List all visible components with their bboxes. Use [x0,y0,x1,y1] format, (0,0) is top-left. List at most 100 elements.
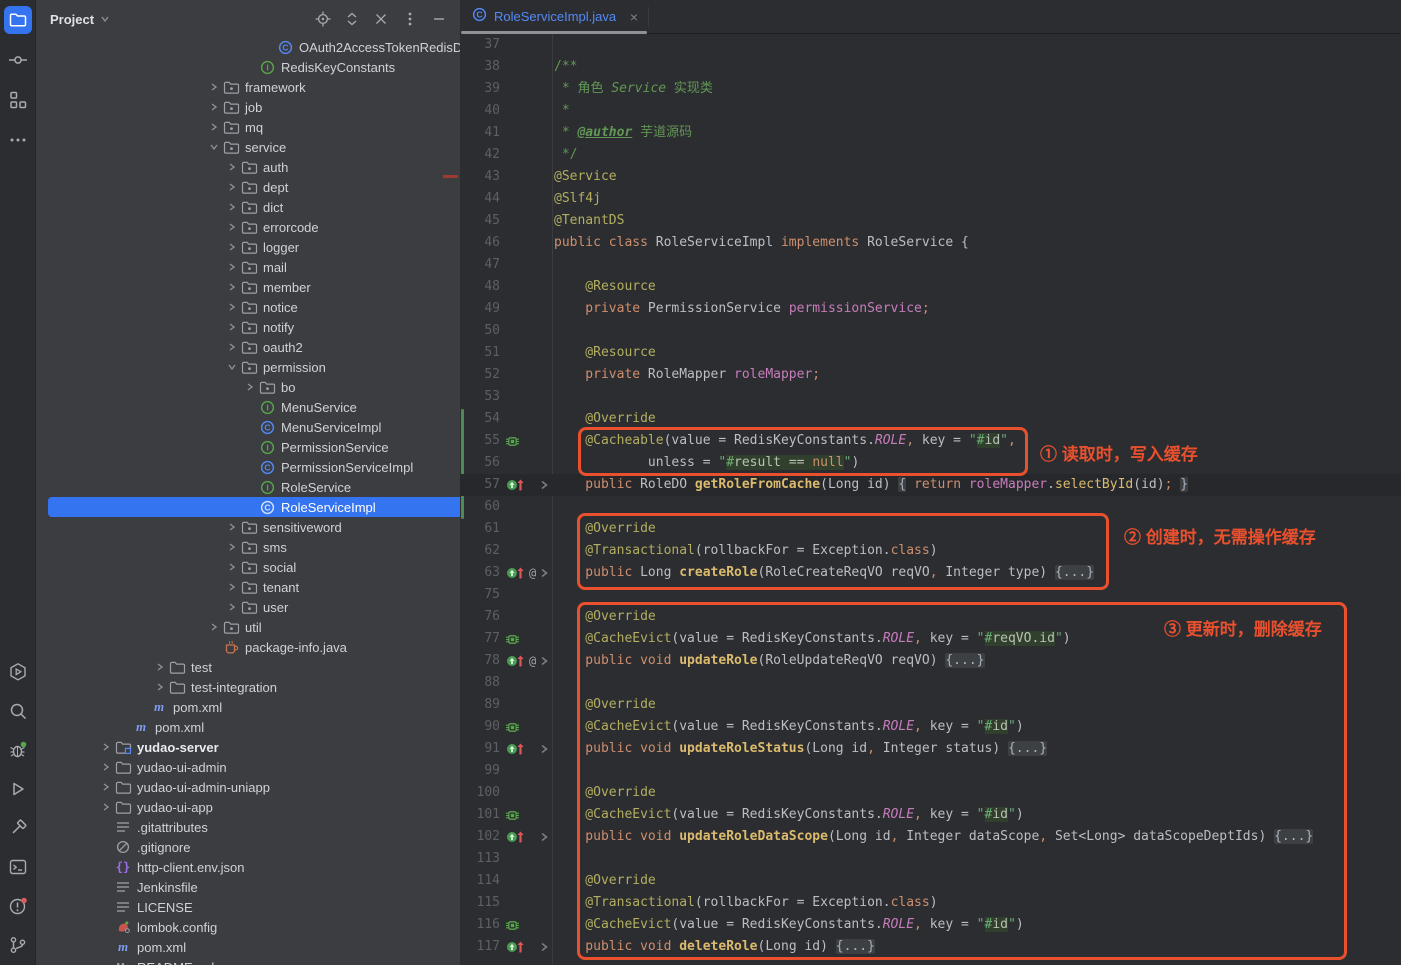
chevron-right-icon[interactable] [224,179,240,195]
fold-chevron-icon[interactable] [539,650,549,672]
line-number[interactable]: 113 [460,848,500,870]
chevron-right-icon[interactable] [224,199,240,215]
chevron-down-icon[interactable] [224,359,240,375]
tree-item-social[interactable]: social [36,557,460,577]
code-line[interactable]: 45@TenantDS [460,210,1401,232]
line-number[interactable]: 55 [460,430,500,452]
line-number[interactable]: 100 [460,782,500,804]
tree-item-sensitiveword[interactable]: sensitiveword [36,517,460,537]
code-line[interactable]: 38/** [460,56,1401,78]
tree-item-job[interactable]: job [36,97,460,117]
code-line[interactable]: 88 [460,672,1401,694]
code-line[interactable]: 50 [460,320,1401,342]
tree-item-menuserviceimpl[interactable]: CMenuServiceImpl [36,417,460,437]
code-line[interactable]: 46public class RoleServiceImpl implement… [460,232,1401,254]
code-line[interactable]: 49 private PermissionService permissionS… [460,298,1401,320]
tree-item-test-integration[interactable]: test-integration [36,677,460,697]
line-number[interactable]: 76 [460,606,500,628]
line-number[interactable]: 116 [460,914,500,936]
overrides-gutter-icon[interactable] [506,830,527,844]
line-number[interactable]: 47 [460,254,500,276]
line-number[interactable]: 63 [460,562,500,584]
tree-item-roleservice[interactable]: IRoleService [36,477,460,497]
code-line[interactable]: 40 * [460,100,1401,122]
tree-item-permissionservice[interactable]: IPermissionService [36,437,460,457]
version-control-icon[interactable] [4,931,32,959]
build-icon[interactable] [4,814,32,842]
line-number[interactable]: 46 [460,232,500,254]
chevron-right-icon[interactable] [224,159,240,175]
code-line[interactable]: 101 @CacheEvict(value = RedisKeyConstant… [460,804,1401,826]
tree-item-permission[interactable]: permission [36,357,460,377]
chevron-right-icon[interactable] [224,319,240,335]
line-number[interactable]: 90 [460,716,500,738]
tree-item-oauth2accesstokenredisdao[interactable]: COAuth2AccessTokenRedisDAO [36,37,460,57]
line-number[interactable]: 42 [460,144,500,166]
chevron-right-icon[interactable] [224,279,240,295]
code-line[interactable]: 53 [460,386,1401,408]
tree-item-member[interactable]: member [36,277,460,297]
fold-chevron-icon[interactable] [539,936,549,958]
tree-item-user[interactable]: user [36,597,460,617]
chevron-right-icon[interactable] [224,339,240,355]
cacheable-gutter-icon[interactable] [506,435,519,448]
line-number[interactable]: 44 [460,188,500,210]
tree-item-mail[interactable]: mail [36,257,460,277]
line-number[interactable]: 38 [460,56,500,78]
line-number[interactable]: 37 [460,34,500,56]
chevron-down-icon[interactable] [100,14,110,24]
tree-item-tenant[interactable]: tenant [36,577,460,597]
line-number[interactable]: 117 [460,936,500,958]
chevron-right-icon[interactable] [98,739,114,755]
line-number[interactable]: 39 [460,78,500,100]
tree-item-readme-md[interactable]: M↓README.md [36,957,460,965]
tree-item-lombok-config[interactable]: lombok.config [36,917,460,937]
tree-item-notice[interactable]: notice [36,297,460,317]
line-number[interactable]: 101 [460,804,500,826]
project-panel-title[interactable]: Project [50,12,94,27]
services-icon[interactable] [4,658,32,686]
code-line[interactable]: 57 public RoleDO getRoleFromCache(Long i… [460,474,1401,496]
cacheable-gutter-icon[interactable] [506,809,519,822]
tree-item-dict[interactable]: dict [36,197,460,217]
code-line[interactable]: 60 [460,496,1401,518]
fold-chevron-icon[interactable] [539,826,549,848]
line-number[interactable]: 115 [460,892,500,914]
code-line[interactable]: 113 [460,848,1401,870]
line-number[interactable]: 50 [460,320,500,342]
code-line[interactable]: 90 @CacheEvict(value = RedisKeyConstants… [460,716,1401,738]
tree-item-menuservice[interactable]: IMenuService [36,397,460,417]
overrides-gutter-icon[interactable] [506,742,527,756]
commit-icon[interactable] [4,46,32,74]
chevron-right-icon[interactable] [152,679,168,695]
line-number[interactable]: 48 [460,276,500,298]
code-line[interactable]: 115 @Transactional(rollbackFor = Excepti… [460,892,1401,914]
tree-item-notify[interactable]: notify [36,317,460,337]
tree-item-mq[interactable]: mq [36,117,460,137]
code-line[interactable]: 117 public void deleteRole(Long id) {...… [460,936,1401,958]
tree-item-service[interactable]: service [36,137,460,157]
code-line[interactable]: 52 private RoleMapper roleMapper; [460,364,1401,386]
chevron-right-icon[interactable] [98,759,114,775]
options-icon[interactable] [401,10,419,28]
chevron-right-icon[interactable] [224,299,240,315]
code-line[interactable]: 75 [460,584,1401,606]
tree-item-auth[interactable]: auth [36,157,460,177]
code-line[interactable]: 89 @Override [460,694,1401,716]
cacheable-gutter-icon[interactable] [506,633,519,646]
line-number[interactable]: 77 [460,628,500,650]
fold-chevron-icon[interactable] [539,474,549,496]
line-number[interactable]: 60 [460,496,500,518]
tree-item-package-info-java[interactable]: package-info.java [36,637,460,657]
line-number[interactable]: 75 [460,584,500,606]
code-line[interactable]: 78@ public void updateRole(RoleUpdateReq… [460,650,1401,672]
code-line[interactable]: 42 */ [460,144,1401,166]
tree-item-bo[interactable]: bo [36,377,460,397]
line-number[interactable]: 52 [460,364,500,386]
tree-item-sms[interactable]: sms [36,537,460,557]
line-number[interactable]: 89 [460,694,500,716]
line-number[interactable]: 57 [460,474,500,496]
code-line[interactable]: 54 @Override [460,408,1401,430]
tree-item-errorcode[interactable]: errorcode [36,217,460,237]
tree-item-dept[interactable]: dept [36,177,460,197]
